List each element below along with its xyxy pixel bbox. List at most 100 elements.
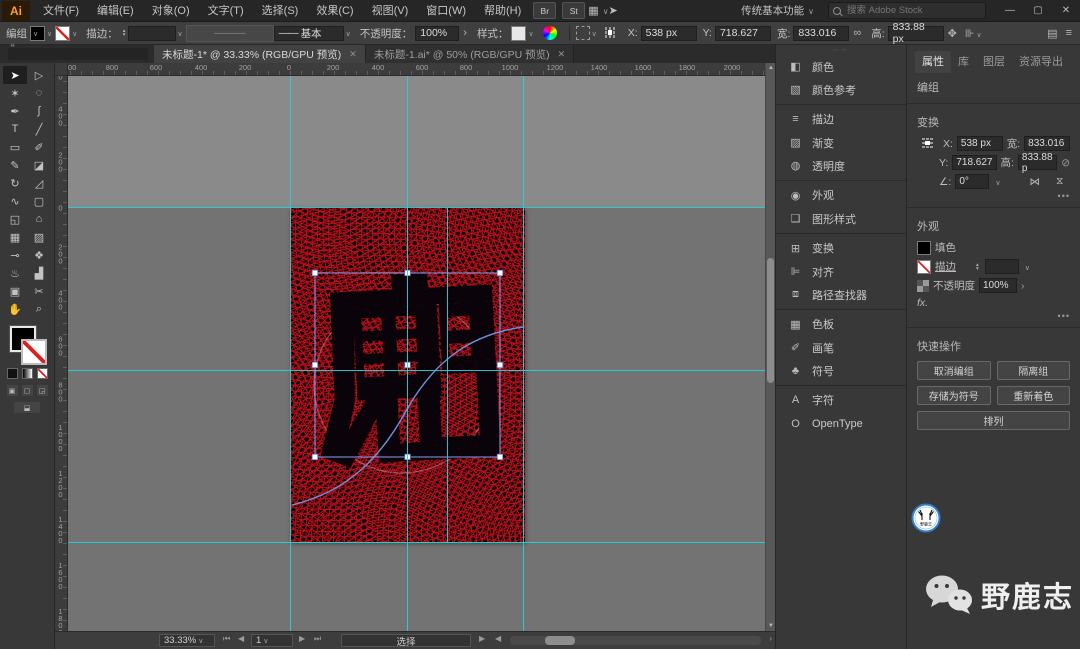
style-swatch[interactable] xyxy=(511,25,527,41)
draw-behind-button[interactable]: ▢ xyxy=(21,385,33,396)
dock-item[interactable]: ≡ 描边 xyxy=(776,104,906,131)
guide[interactable] xyxy=(68,207,765,208)
transform-width-field[interactable]: 833.016 xyxy=(1024,136,1070,151)
close-button[interactable]: ✕ xyxy=(1052,0,1080,21)
panel-opacity-field[interactable]: 100% xyxy=(979,278,1017,293)
zoom-level-field[interactable]: 33.33% xyxy=(159,634,215,647)
opacity-field[interactable]: 100% xyxy=(415,25,460,41)
draw-inside-button[interactable]: ◲ xyxy=(36,385,48,396)
scroll-right-icon[interactable]: › xyxy=(769,634,772,643)
type-tool[interactable]: T xyxy=(3,120,27,138)
stroke-color-swatch[interactable] xyxy=(55,25,71,41)
fill-stroke-control[interactable] xyxy=(9,325,47,365)
rectangle-tool[interactable]: ▭ xyxy=(3,138,27,156)
hand-tool[interactable]: ✋ xyxy=(3,300,27,318)
selection-tool[interactable]: ➤ xyxy=(3,66,27,84)
height-field[interactable]: 833.88 px xyxy=(887,21,944,45)
last-artboard-icon[interactable]: ⏭ xyxy=(314,634,321,644)
stroke-weight-dropdown-icon[interactable] xyxy=(176,27,186,39)
scroll-up-icon[interactable]: ▲ xyxy=(766,63,775,73)
next-artboard-icon[interactable]: ▶ xyxy=(299,634,305,643)
flip-horizontal-icon[interactable]: ⋈ xyxy=(1029,176,1040,188)
tab-close-icon[interactable]: ✕ xyxy=(558,49,566,60)
menu-item[interactable]: 文字(T) xyxy=(199,0,253,22)
appearance-fill-swatch[interactable] xyxy=(917,240,931,255)
transform-x-field[interactable]: 538 px xyxy=(956,136,1003,151)
stock-search[interactable] xyxy=(828,2,986,19)
menu-item[interactable]: 对象(O) xyxy=(143,0,199,22)
appearance-more-options[interactable]: ••• xyxy=(907,311,1080,323)
shaper-tool[interactable]: ✎ xyxy=(3,156,27,174)
flip-vertical-icon[interactable]: ⧖ xyxy=(1056,175,1063,188)
gradient-mode-button[interactable] xyxy=(21,368,33,379)
stroke-weight-field[interactable] xyxy=(127,25,176,41)
quick-action-排列[interactable]: 排列 xyxy=(917,411,1070,430)
back-icon[interactable]: ◀ xyxy=(495,634,501,643)
constrain-proportions-icon[interactable]: ∞ xyxy=(853,27,861,39)
horizontal-ruler[interactable]: 1000 800 600 400 200 0 200 400 600 800 1000 1200 140… xyxy=(60,63,775,76)
color-mode-button[interactable] xyxy=(6,368,18,379)
symbol-sprayer-tool[interactable]: ♨ xyxy=(3,264,27,282)
recolor-artwork-icon[interactable] xyxy=(542,26,557,40)
guide[interactable] xyxy=(407,76,408,631)
dock-item[interactable]: A 字符 xyxy=(776,385,906,412)
quick-action-取消编组[interactable]: 取消编组 xyxy=(917,361,991,380)
dock-item[interactable]: ◧ 颜色 xyxy=(776,55,906,78)
scale-tool[interactable]: ◿ xyxy=(27,174,51,192)
angle-dropdown-icon[interactable] xyxy=(993,176,1003,188)
dock-item[interactable]: ✐ 画笔 xyxy=(776,336,906,359)
transform-height-field[interactable]: 833.88 p xyxy=(1017,152,1058,174)
rotate-angle-field[interactable]: 0° xyxy=(955,174,990,189)
dock-item[interactable]: ⧈ 路径查找器 xyxy=(776,283,906,306)
eyedropper-tool[interactable]: ⊸ xyxy=(3,246,27,264)
guide[interactable] xyxy=(447,207,448,542)
status-mode-field[interactable]: 选择 xyxy=(341,634,471,648)
width-field[interactable]: 833.016 xyxy=(793,25,850,41)
paintbrush-tool[interactable]: ✐ xyxy=(27,138,51,156)
free-transform-tool[interactable]: ▢ xyxy=(27,192,51,210)
play-icon[interactable]: ▶ xyxy=(479,634,485,643)
reference-point-icon[interactable] xyxy=(922,137,934,150)
stroke-dropdown-icon[interactable] xyxy=(70,27,80,39)
quick-action-重新着色[interactable]: 重新着色 xyxy=(996,386,1070,405)
tab-close-icon[interactable]: ✕ xyxy=(349,49,357,60)
zoom-tool[interactable]: ⌕ xyxy=(27,300,51,318)
dock-item[interactable]: ▨ 渐变 xyxy=(776,131,906,154)
dock-drag-handle[interactable]: ⋯⋯ xyxy=(776,45,906,55)
magic-wand-tool[interactable]: ✶ xyxy=(3,84,27,102)
column-graph-tool[interactable]: ▟ xyxy=(27,264,51,282)
share-icon[interactable]: ➤ xyxy=(609,4,618,17)
dock-item[interactable]: ◉ 外观 xyxy=(776,180,906,207)
gradient-tool[interactable]: ▨ xyxy=(27,228,51,246)
stroke-weight-field[interactable] xyxy=(984,259,1019,274)
workspace-switcher[interactable]: 传统基本功能 xyxy=(741,3,814,18)
document-tab[interactable]: 未标题-1.ai* @ 50% (RGB/GPU 预览) ✕ xyxy=(365,45,575,63)
blend-tool[interactable]: ❖ xyxy=(27,246,51,264)
panel-tab[interactable]: 资源导出 xyxy=(1012,51,1070,73)
dock-item[interactable]: ⊞ 变换 xyxy=(776,233,906,260)
y-field[interactable]: 718.627 xyxy=(714,25,771,41)
horizontal-scrollbar[interactable] xyxy=(510,636,761,645)
vertical-scroll-thumb[interactable] xyxy=(767,258,774,383)
eraser-tool[interactable]: ◪ xyxy=(27,156,51,174)
vertical-ruler[interactable]: 6004002000200400600800100012001400160018… xyxy=(55,63,68,635)
guide[interactable] xyxy=(68,542,765,543)
dock-item[interactable]: ⊫ 对齐 xyxy=(776,260,906,283)
appearance-stroke-swatch[interactable] xyxy=(917,259,931,274)
menu-item[interactable]: 选择(S) xyxy=(253,0,308,22)
brush-dropdown-icon[interactable] xyxy=(344,27,354,39)
artboard-nav-field[interactable]: 1 xyxy=(251,634,293,647)
fx-button[interactable]: fx. xyxy=(917,297,928,309)
dock-item[interactable]: ❏ 图形样式 xyxy=(776,207,906,230)
document-tab[interactable]: 未标题-1* @ 33.33% (RGB/GPU 预览) ✕ xyxy=(154,45,366,63)
stroke-weight-dropdown-icon[interactable] xyxy=(1023,261,1033,273)
stroke-swatch[interactable] xyxy=(21,339,47,365)
stroke-weight-stepper[interactable]: ▴ ▾ xyxy=(976,262,979,272)
pen-tool[interactable]: ✒ xyxy=(3,102,27,120)
line-segment-tool[interactable]: ╱ xyxy=(27,120,51,138)
quick-action-隔离组[interactable]: 隔离组 xyxy=(996,361,1070,380)
maximize-button[interactable]: ▢ xyxy=(1024,0,1052,21)
style-dropdown-icon[interactable] xyxy=(526,27,536,39)
x-field[interactable]: 538 px xyxy=(640,25,697,41)
panel-tab[interactable]: 图层 xyxy=(976,51,1012,73)
